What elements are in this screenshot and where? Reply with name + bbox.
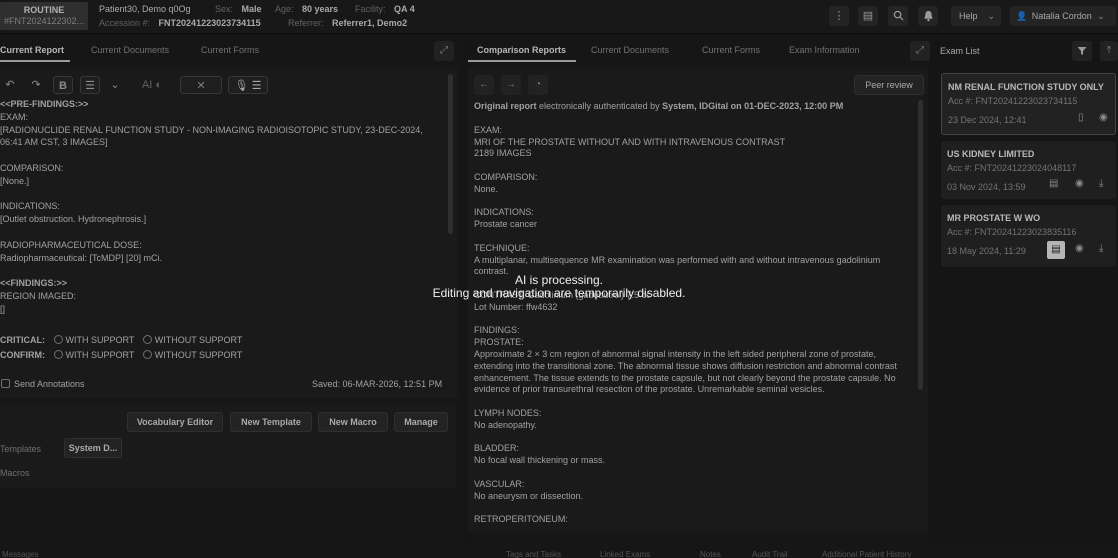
overlay-title: AI is processing. bbox=[514, 273, 604, 287]
overlay-message: Editing and navigation are temporarily d… bbox=[432, 286, 686, 300]
